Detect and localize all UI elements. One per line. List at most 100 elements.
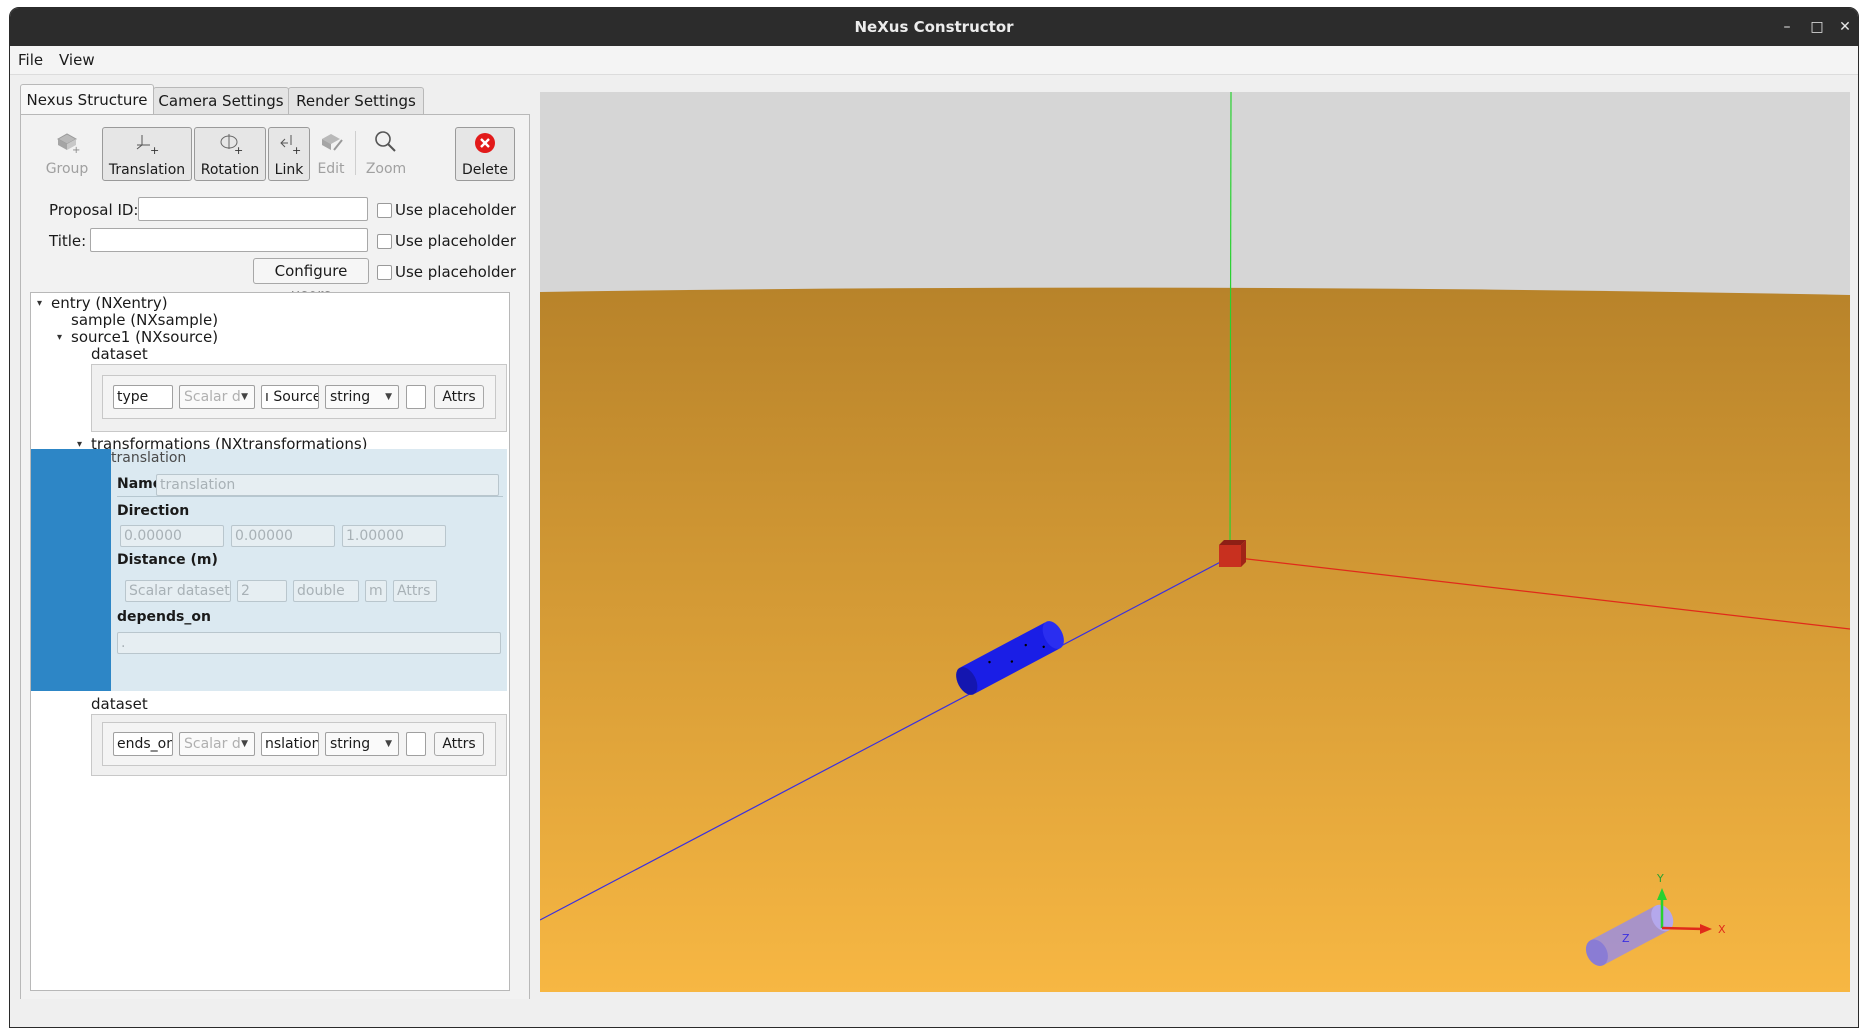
depends-on-input[interactable]: . bbox=[117, 632, 501, 654]
status-bar bbox=[10, 999, 1858, 1027]
zoom-button[interactable]: Zoom bbox=[361, 127, 411, 179]
dataset-attrs-button[interactable]: Attrs bbox=[434, 385, 484, 409]
tree-node-dataset[interactable]: dataset bbox=[91, 345, 148, 363]
svg-text:+: + bbox=[234, 144, 243, 155]
direction-y-spinbox[interactable]: 0.00000 bbox=[231, 525, 335, 547]
chevron-down-icon: ▼ bbox=[241, 739, 248, 749]
delete-label: Delete bbox=[462, 162, 508, 178]
proposal-id-label: Proposal ID: bbox=[49, 201, 139, 219]
instrument-3d-view[interactable]: Y X Z bbox=[540, 92, 1850, 992]
tab-camera-settings[interactable]: Camera Settings bbox=[153, 87, 289, 114]
selection-highlight bbox=[31, 449, 111, 691]
zoom-icon bbox=[361, 129, 411, 155]
direction-x-spinbox[interactable]: 0.00000 bbox=[120, 525, 224, 547]
dataset-attrs-button[interactable]: Attrs bbox=[434, 732, 484, 756]
tab-nexus-structure[interactable]: Nexus Structure bbox=[20, 84, 154, 115]
dataset-value-field[interactable]: ı Source bbox=[261, 385, 319, 409]
dataset-row: ends_on Scalar d ▼ nslation string ▼ Attrs bbox=[102, 722, 496, 766]
dataset-kind-select[interactable]: Scalar d ▼ bbox=[179, 732, 255, 756]
link-icon: + bbox=[269, 130, 309, 156]
title-bar: NeXus Constructor – □ ✕ bbox=[10, 8, 1858, 46]
direction-z-spinbox[interactable]: 1.00000 bbox=[342, 525, 446, 547]
tree-node-source[interactable]: source1 (NXsource) bbox=[71, 328, 218, 346]
edit-label: Edit bbox=[317, 161, 345, 177]
add-link-button[interactable]: + Link bbox=[268, 127, 310, 181]
add-translation-button[interactable]: + Translation bbox=[102, 127, 192, 181]
dataset-name-field[interactable]: ends_on bbox=[113, 732, 173, 756]
zoom-label: Zoom bbox=[365, 161, 407, 177]
menu-file[interactable]: File bbox=[18, 51, 43, 69]
distance-unit-input[interactable]: m bbox=[365, 580, 387, 602]
translation-label: Translation bbox=[108, 162, 186, 178]
sample-cube bbox=[1219, 540, 1246, 567]
dataset-unit-field[interactable] bbox=[406, 732, 426, 756]
direction-label: Direction bbox=[117, 503, 190, 519]
dataset-editor-depends-on: ends_on Scalar d ▼ nslation string ▼ Attrs bbox=[91, 714, 507, 776]
app-window: NeXus Constructor – □ ✕ File View Nexus … bbox=[9, 7, 1859, 1028]
svg-text:+: + bbox=[292, 144, 301, 155]
rotation-icon: + bbox=[195, 130, 265, 156]
tab-render-settings[interactable]: Render Settings bbox=[288, 87, 424, 114]
translation-name-input[interactable]: translation bbox=[156, 474, 499, 496]
dataset-row: type Scalar d ▼ ı Source string ▼ Attrs bbox=[102, 375, 496, 419]
users-placeholder-label: Use placeholder bbox=[395, 263, 516, 281]
divider bbox=[117, 496, 503, 497]
distance-attrs-button[interactable]: Attrs bbox=[393, 580, 437, 602]
translation-header: translation bbox=[111, 450, 187, 466]
edit-icon bbox=[313, 129, 349, 155]
group-label: Group bbox=[45, 161, 89, 177]
distance-value-input[interactable]: 2 bbox=[237, 580, 287, 602]
group-button[interactable]: + Group bbox=[41, 127, 93, 179]
dataset-name-field[interactable]: type bbox=[113, 385, 173, 409]
window-title: NeXus Constructor bbox=[854, 18, 1014, 36]
dataset-editor-type: type Scalar d ▼ ı Source string ▼ Attrs bbox=[91, 364, 507, 432]
distance-dtype-select[interactable]: double bbox=[293, 580, 359, 602]
expand-entry-icon[interactable]: ▾ bbox=[37, 298, 42, 309]
dataset-kind-select[interactable]: Scalar d ▼ bbox=[179, 385, 255, 409]
title-placeholder-checkbox[interactable] bbox=[377, 234, 392, 249]
expand-source-icon[interactable]: ▾ bbox=[57, 332, 62, 343]
toolbar-separator bbox=[355, 131, 356, 175]
ground-plane bbox=[540, 287, 1850, 992]
proposal-id-input[interactable] bbox=[138, 197, 368, 221]
gizmo-y-label: Y bbox=[1656, 872, 1664, 885]
users-placeholder-checkbox[interactable] bbox=[377, 265, 392, 280]
add-rotation-button[interactable]: + Rotation bbox=[194, 127, 266, 181]
chevron-down-icon: ▼ bbox=[385, 739, 392, 749]
edit-button[interactable]: Edit bbox=[313, 127, 349, 179]
proposal-placeholder-label: Use placeholder bbox=[395, 201, 516, 219]
title-input[interactable] bbox=[90, 228, 368, 252]
dataset-value-field[interactable]: nslation bbox=[261, 732, 319, 756]
dataset-dtype-select[interactable]: string ▼ bbox=[325, 385, 399, 409]
gizmo-z-label: Z bbox=[1622, 932, 1630, 945]
nexus-tree-view[interactable]: ▾ entry (NXentry) sample (NXsample) ▾ so… bbox=[30, 292, 510, 991]
maximize-button[interactable]: □ bbox=[1806, 16, 1828, 38]
close-button[interactable]: ✕ bbox=[1834, 16, 1856, 38]
depends-on-label: depends_on bbox=[117, 609, 211, 625]
link-label: Link bbox=[274, 162, 304, 178]
menu-view[interactable]: View bbox=[59, 51, 95, 69]
svg-text:+: + bbox=[72, 145, 80, 154]
proposal-placeholder-checkbox[interactable] bbox=[377, 203, 392, 218]
add-group-icon: + bbox=[41, 129, 93, 155]
delete-icon bbox=[456, 130, 514, 156]
dataset-dtype-select[interactable]: string ▼ bbox=[325, 732, 399, 756]
title-label: Title: bbox=[49, 232, 87, 250]
configure-users-button[interactable]: Configure users bbox=[253, 258, 369, 304]
gizmo-x-label: X bbox=[1718, 923, 1726, 936]
translation-icon: + bbox=[103, 130, 191, 156]
tree-node-entry[interactable]: entry (NXentry) bbox=[51, 294, 168, 312]
minimize-button[interactable]: – bbox=[1776, 16, 1798, 38]
chevron-down-icon: ▼ bbox=[385, 392, 392, 402]
chevron-down-icon: ▼ bbox=[241, 392, 248, 402]
distance-kind-select[interactable]: Scalar dataset bbox=[125, 580, 231, 602]
svg-text:+: + bbox=[150, 144, 159, 155]
menu-bar: File View bbox=[10, 46, 1858, 75]
tree-node-sample[interactable]: sample (NXsample) bbox=[71, 311, 218, 329]
delete-button[interactable]: Delete bbox=[455, 127, 515, 181]
rotation-label: Rotation bbox=[200, 162, 260, 178]
title-placeholder-label: Use placeholder bbox=[395, 232, 516, 250]
distance-label: Distance (m) bbox=[117, 552, 218, 568]
tree-node-dataset-2[interactable]: dataset bbox=[91, 695, 148, 713]
dataset-unit-field[interactable] bbox=[406, 385, 426, 409]
